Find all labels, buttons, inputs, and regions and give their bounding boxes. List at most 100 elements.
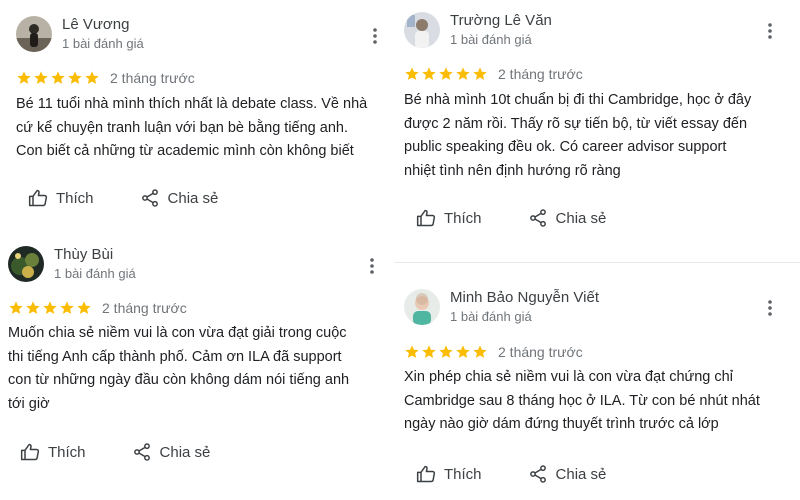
stars [404, 66, 488, 82]
star-icon [422, 67, 436, 80]
like-button[interactable]: Thích [20, 442, 86, 462]
review-text-line: con từ những ngày đầu còn không dám nói … [8, 372, 350, 388]
review-count: 1 bài đánh giá [62, 36, 144, 51]
review-text-line: được 2 năm rồi. Thấy rõ sự tiến bộ, từ v… [404, 115, 748, 132]
more-vertical-icon [768, 300, 772, 316]
review-text: Muốn chia sẻ niềm vui là con vừa đạt giả… [8, 322, 349, 416]
more-vertical-icon [370, 258, 374, 274]
like-label: Thích [56, 189, 94, 207]
star-icon [26, 301, 40, 314]
review-text-line: ngày nào giờ dám đứng thuyết trình trước… [404, 416, 719, 432]
star-icon [405, 345, 419, 358]
review-text-line: nhiệt tình nên định hướng rõ ràng [404, 162, 621, 179]
star-rating: 2 tháng trước [404, 344, 583, 360]
reviewer-name[interactable]: Minh Bảo Nguyễn Viết [450, 289, 599, 306]
share-label: Chia sẻ [167, 189, 219, 207]
review-count: 1 bài đánh giá [450, 32, 532, 47]
star-icon [405, 67, 419, 80]
star-rating: 2 tháng trước [16, 70, 195, 86]
star-rating: 2 tháng trước [404, 66, 583, 82]
review-actions: Thích Chia sẻ [416, 464, 606, 484]
review-date: 2 tháng trước [498, 344, 583, 360]
review-text: Bé nhà mình 10t chuẩn bị đi thi Cambridg… [404, 89, 751, 183]
stars [16, 70, 100, 86]
star-icon [473, 67, 487, 80]
review-card: Lê Vương 1 bài đánh giá 2 tháng trước Bé… [16, 16, 386, 216]
share-button[interactable]: Chia sẻ [132, 442, 211, 462]
more-options-button[interactable] [363, 24, 387, 48]
more-options-button[interactable] [758, 296, 782, 320]
star-icon [9, 301, 23, 314]
review-count: 1 bài đánh giá [54, 266, 136, 281]
thumbs-up-icon [20, 443, 40, 461]
review-text-line: Bé nhà mình 10t chuẩn bị đi thi Cambridg… [404, 92, 752, 108]
star-icon [77, 301, 91, 314]
share-label: Chia sẻ [159, 443, 211, 461]
review-actions: Thích Chia sẻ [28, 188, 218, 208]
review-date: 2 tháng trước [110, 70, 195, 86]
share-button[interactable]: Chia sẻ [140, 188, 219, 208]
review-text-line: public speaking đều ok. Có career adviso… [404, 139, 727, 155]
like-button[interactable]: Thích [28, 188, 94, 208]
star-icon [85, 71, 99, 84]
review-actions: Thích Chia sẻ [20, 442, 210, 462]
avatar[interactable] [8, 246, 44, 282]
like-label: Thích [444, 465, 482, 483]
more-vertical-icon [373, 28, 377, 44]
review-text-line: Con biết cả những từ academic mình còn k… [16, 143, 354, 159]
reviewer-name[interactable]: Lê Vương [62, 16, 129, 33]
share-button[interactable]: Chia sẻ [528, 464, 607, 484]
stars [8, 300, 92, 316]
star-icon [51, 71, 65, 84]
share-label: Chia sẻ [555, 465, 607, 483]
star-icon [456, 345, 470, 358]
share-icon [529, 465, 546, 483]
divider [394, 262, 800, 263]
avatar[interactable] [16, 16, 52, 52]
review-count: 1 bài đánh giá [450, 309, 532, 324]
more-options-button[interactable] [758, 19, 782, 43]
star-icon [422, 345, 436, 358]
like-button[interactable]: Thích [416, 208, 482, 228]
more-vertical-icon [768, 23, 772, 39]
share-icon [141, 189, 158, 207]
review-text: Xin phép chia sẻ niềm vui là con vừa đạt… [404, 366, 760, 437]
like-label: Thích [48, 443, 86, 461]
share-icon [529, 209, 546, 227]
review-text-line: thi tiếng Anh cấp thành phố. Cảm ơn ILA … [8, 348, 342, 365]
star-icon [34, 71, 48, 84]
share-button[interactable]: Chia sẻ [528, 208, 607, 228]
star-icon [43, 301, 57, 314]
stars [404, 344, 488, 360]
review-text-line: tới giờ [8, 395, 50, 412]
review-text-line: Xin phép chia sẻ niềm vui là con vừa đạt… [404, 369, 733, 385]
review-text: Bé 11 tuổi nhà mình thích nhất là debate… [16, 93, 367, 164]
avatar[interactable] [404, 289, 440, 325]
like-label: Thích [444, 209, 482, 227]
thumbs-up-icon [28, 189, 48, 207]
share-label: Chia sẻ [555, 209, 607, 227]
review-text-line: Muốn chia sẻ niềm vui là con vừa đạt giả… [8, 325, 347, 341]
share-icon [133, 443, 150, 461]
star-icon [17, 71, 31, 84]
review-card: Thùy Bùi 1 bài đánh giá 2 tháng trước Mu… [8, 246, 386, 476]
review-text-line: Cambridge sau 8 tháng học ở ILA. Từ con … [404, 392, 760, 409]
review-text-line: Bé 11 tuổi nhà mình thích nhất là debate… [16, 96, 368, 112]
reviewer-name[interactable]: Thùy Bùi [54, 246, 113, 263]
star-rating: 2 tháng trước [8, 300, 187, 316]
star-icon [456, 67, 470, 80]
review-card: Trường Lê Văn 1 bài đánh giá 2 tháng trư… [404, 12, 790, 244]
star-icon [68, 71, 82, 84]
review-text-line: cứ kể chuyện tranh luận với bạn bè bằng … [16, 119, 348, 136]
reviewer-name[interactable]: Trường Lê Văn [450, 12, 552, 29]
thumbs-up-icon [416, 209, 436, 227]
star-icon [473, 345, 487, 358]
star-icon [439, 345, 453, 358]
review-card: Minh Bảo Nguyễn Viết 1 bài đánh giá 2 th… [404, 289, 790, 494]
thumbs-up-icon [416, 465, 436, 483]
star-icon [439, 67, 453, 80]
star-icon [60, 301, 74, 314]
more-options-button[interactable] [360, 254, 384, 278]
like-button[interactable]: Thích [416, 464, 482, 484]
avatar[interactable] [404, 12, 440, 48]
